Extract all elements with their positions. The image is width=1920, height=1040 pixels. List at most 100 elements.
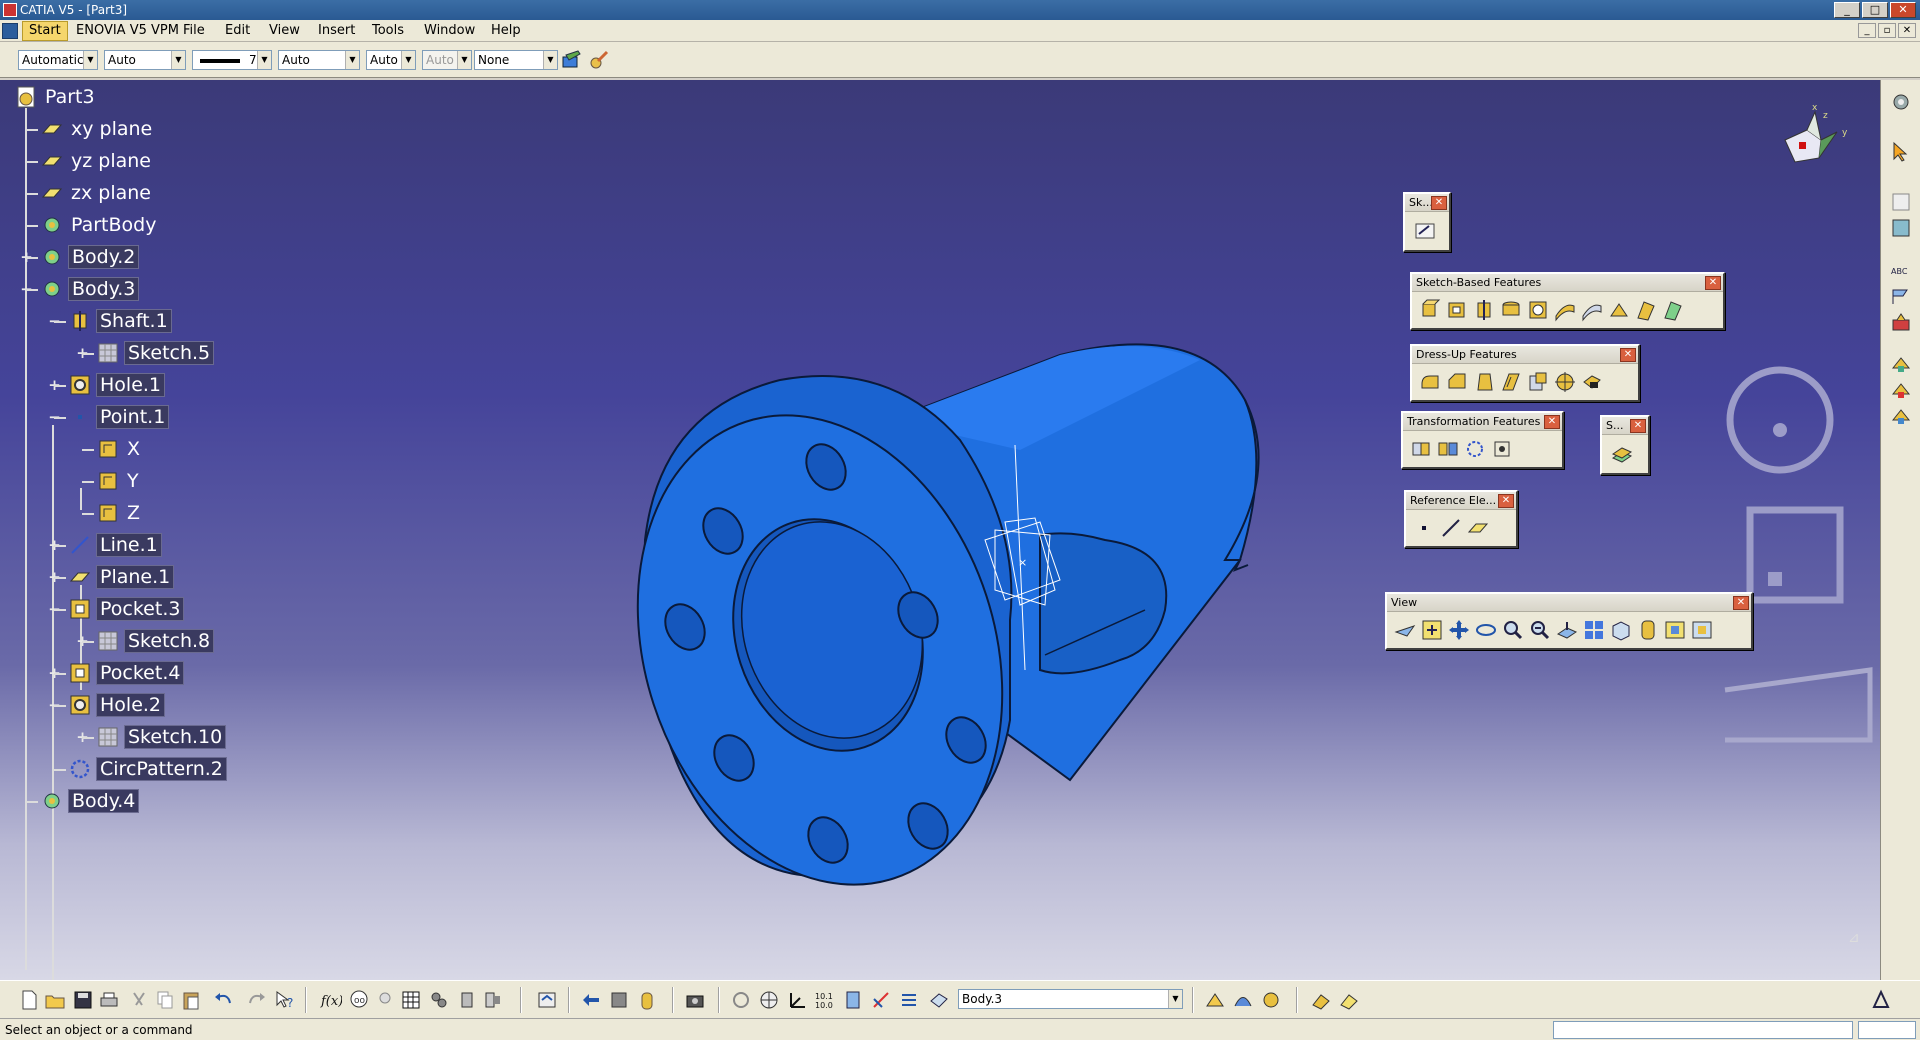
- chamfer-icon[interactable]: [1445, 369, 1469, 395]
- thread-icon[interactable]: [1553, 369, 1577, 395]
- transformation-toolbar-close-button[interactable]: ✕: [1544, 415, 1560, 429]
- tree-node[interactable]: Line.1: [68, 530, 162, 560]
- knowledge-icon[interactable]: oo: [348, 989, 370, 1011]
- menu-tools[interactable]: Tools: [372, 23, 404, 38]
- zoom-out-icon[interactable]: [1528, 617, 1552, 643]
- copy-icon[interactable]: [154, 989, 176, 1011]
- sketcher-toolbar-close-button[interactable]: ✕: [1431, 196, 1447, 210]
- tree-node[interactable]: CircPattern.2: [68, 754, 227, 784]
- menu-view[interactable]: View: [269, 23, 300, 38]
- menu-help[interactable]: Help: [491, 23, 521, 38]
- remove-face-icon[interactable]: [1580, 369, 1604, 395]
- zoom-in-icon[interactable]: [1501, 617, 1525, 643]
- point-icon[interactable]: [1412, 515, 1436, 541]
- menu-file[interactable]: File: [183, 23, 205, 38]
- minimize-button[interactable]: _: [1834, 2, 1860, 18]
- multi-view-icon[interactable]: [1582, 617, 1606, 643]
- doc-restore-button[interactable]: ▫: [1878, 23, 1896, 38]
- doc-close-button[interactable]: ✕: [1898, 23, 1916, 38]
- fit-all-icon[interactable]: [1420, 617, 1444, 643]
- light-bulb-icon[interactable]: [374, 989, 396, 1011]
- command-input-secondary[interactable]: [1858, 1021, 1916, 1039]
- maximize-button[interactable]: □: [1862, 2, 1888, 18]
- dress-up-features-toolbar[interactable]: Dress-Up Features ✕: [1410, 344, 1640, 402]
- tree-node[interactable]: Shaft.1: [68, 306, 172, 336]
- sketch-mode-icon[interactable]: [1338, 989, 1360, 1011]
- menu-window[interactable]: Window: [424, 23, 475, 38]
- stiffener-icon[interactable]: [1607, 297, 1631, 323]
- transparency-select[interactable]: Auto ▼: [104, 50, 186, 70]
- table-icon[interactable]: [1889, 190, 1913, 214]
- scaling-icon[interactable]: [1490, 436, 1514, 462]
- catalog-browser-icon[interactable]: [428, 989, 450, 1011]
- pan-icon[interactable]: [1447, 617, 1471, 643]
- transformation-features-toolbar[interactable]: Transformation Features ✕: [1401, 411, 1564, 469]
- 3d-viewport[interactable]: × x z y ⊿ Part3 xy plane yz plane zx pla…: [0, 80, 1880, 980]
- menu-insert[interactable]: Insert: [318, 23, 355, 38]
- tree-node[interactable]: X: [96, 434, 143, 464]
- layer-select[interactable]: None ▼: [474, 50, 558, 70]
- text-annotation-icon[interactable]: ABC: [1889, 260, 1913, 284]
- cut-icon[interactable]: [128, 989, 150, 1011]
- current-body-select[interactable]: Body.3 ▼: [958, 989, 1183, 1009]
- pad-icon[interactable]: [1418, 297, 1442, 323]
- formula-icon[interactable]: f(x): [320, 989, 342, 1011]
- coordinates-icon[interactable]: 10.110.0: [814, 989, 836, 1011]
- tree-node[interactable]: Pocket.4: [68, 658, 185, 688]
- new-file-icon[interactable]: [18, 989, 40, 1011]
- hole-icon[interactable]: [1526, 297, 1550, 323]
- part-3d-model[interactable]: ×: [600, 260, 1300, 920]
- tree-node[interactable]: Body.4: [40, 786, 140, 816]
- tree-node[interactable]: Point.1: [68, 402, 170, 432]
- tree-node[interactable]: Plane.1: [68, 562, 175, 592]
- menu-edit[interactable]: Edit: [225, 23, 250, 38]
- select-arrow-icon[interactable]: [1889, 140, 1913, 164]
- space-analysis-icon[interactable]: [580, 989, 602, 1011]
- tree-node[interactable]: Body.3: [40, 274, 140, 304]
- close-button[interactable]: ✕: [1890, 2, 1916, 18]
- sketcher-toolbar[interactable]: Sk... ✕: [1403, 192, 1451, 252]
- rib-icon[interactable]: [1553, 297, 1577, 323]
- tree-node[interactable]: Sketch.5: [96, 338, 215, 368]
- groove-icon[interactable]: [1499, 297, 1523, 323]
- multi-section-solid-icon[interactable]: [1634, 297, 1658, 323]
- tree-node[interactable]: zx plane: [40, 178, 154, 208]
- view-toolbar[interactable]: View ✕: [1385, 592, 1753, 650]
- circular-pattern-icon[interactable]: [1463, 436, 1487, 462]
- measure-inertia-icon[interactable]: [1889, 404, 1913, 428]
- shading-icon[interactable]: [1636, 617, 1660, 643]
- command-input[interactable]: [1553, 1021, 1853, 1039]
- sketch-based-features-toolbar[interactable]: Sketch-Based Features ✕: [1410, 272, 1725, 330]
- update-all-icon[interactable]: [536, 989, 558, 1011]
- curvature-analysis-icon[interactable]: [1232, 989, 1254, 1011]
- sketch-based-toolbar-close-button[interactable]: ✕: [1705, 276, 1721, 290]
- measure-item-icon[interactable]: [1889, 378, 1913, 402]
- power-copy-icon[interactable]: [456, 989, 478, 1011]
- instantiate-icon[interactable]: [482, 989, 504, 1011]
- measure-icon[interactable]: [608, 989, 630, 1011]
- edge-fillet-icon[interactable]: [1418, 369, 1442, 395]
- 3d-compass-icon[interactable]: [842, 989, 864, 1011]
- shaft-icon[interactable]: [1472, 297, 1496, 323]
- refresh-icon[interactable]: [730, 989, 752, 1011]
- translation-icon[interactable]: [1409, 436, 1433, 462]
- surface-toolbar-close-button[interactable]: ✕: [1630, 419, 1646, 433]
- tree-root[interactable]: Part3: [14, 82, 98, 112]
- point-symbol-select[interactable]: Auto ▼: [366, 50, 416, 70]
- redo-icon[interactable]: [246, 989, 268, 1011]
- line-icon[interactable]: [1439, 515, 1463, 541]
- tree-node[interactable]: Sketch.8: [96, 626, 215, 656]
- catalog-table-icon[interactable]: [400, 989, 422, 1011]
- tree-node[interactable]: Hole.1: [68, 370, 166, 400]
- rotate-icon[interactable]: [1474, 617, 1498, 643]
- paste-icon[interactable]: [180, 989, 202, 1011]
- tree-node[interactable]: yz plane: [40, 146, 154, 176]
- flag-note-icon[interactable]: [1889, 284, 1913, 308]
- slot-icon[interactable]: [1580, 297, 1604, 323]
- web-icon[interactable]: [758, 989, 780, 1011]
- tree-node[interactable]: Z: [96, 498, 143, 528]
- menu-enovia[interactable]: ENOVIA V5 VPM: [76, 23, 179, 38]
- removed-multi-section-icon[interactable]: [1661, 297, 1685, 323]
- sketch-icon[interactable]: [1413, 218, 1437, 244]
- surface-based-toolbar[interactable]: S... ✕: [1600, 415, 1650, 475]
